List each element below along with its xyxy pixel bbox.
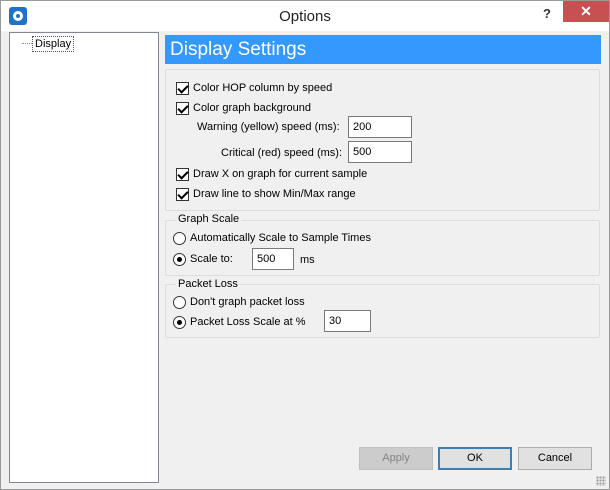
ok-button[interactable]: OK — [438, 447, 512, 470]
dont-graph-loss-radio[interactable]: Don't graph packet loss — [173, 294, 305, 310]
auto-scale-label: Automatically Scale to Sample Times — [190, 232, 371, 244]
dont-graph-loss-label: Don't graph packet loss — [190, 296, 305, 308]
checkbox-icon — [176, 167, 189, 181]
title-bar: Options ? ✕ — [1, 1, 609, 31]
options-dialog: Options ? ✕ Display Display Settings Col… — [0, 0, 610, 490]
settings-tree: Display — [9, 32, 159, 483]
scale-to-radio[interactable]: Scale to: — [173, 251, 233, 267]
draw-x-checkbox[interactable]: Draw X on graph for current sample — [176, 166, 367, 182]
draw-x-label: Draw X on graph for current sample — [193, 168, 368, 180]
checkbox-icon — [176, 101, 189, 115]
color-hop-checkbox[interactable]: Color HOP column by speed — [176, 80, 332, 96]
radio-icon — [173, 231, 186, 245]
tree-connector — [22, 43, 32, 44]
checkbox-icon — [176, 81, 189, 95]
window-title: Options — [279, 8, 331, 25]
radio-icon — [173, 252, 186, 266]
packet-loss-title: Packet Loss — [176, 278, 240, 290]
loss-scale-radio[interactable]: Packet Loss Scale at % — [173, 314, 306, 330]
warning-speed-label: Warning (yellow) speed (ms): — [197, 121, 340, 133]
color-hop-label: Color HOP column by speed — [193, 82, 333, 94]
help-button[interactable]: ? — [534, 4, 560, 24]
graph-scale-group — [165, 220, 600, 276]
draw-line-checkbox[interactable]: Draw line to show Min/Max range — [176, 186, 356, 202]
color-graph-checkbox[interactable]: Color graph background — [176, 100, 311, 116]
radio-icon — [173, 315, 186, 329]
graph-scale-title: Graph Scale — [176, 213, 242, 225]
loss-scale-input[interactable]: 30 — [324, 310, 371, 332]
loss-scale-label: Packet Loss Scale at % — [190, 316, 306, 328]
scale-unit-label: ms — [300, 254, 315, 266]
warning-speed-input[interactable]: 200 — [348, 116, 412, 138]
draw-line-label: Draw line to show Min/Max range — [193, 188, 356, 200]
checkbox-icon — [176, 187, 189, 201]
scale-to-label: Scale to: — [190, 253, 233, 265]
critical-speed-label: Critical (red) speed (ms): — [221, 147, 343, 159]
close-button[interactable]: ✕ — [563, 1, 609, 22]
tree-item-display[interactable]: Display — [32, 36, 75, 52]
auto-scale-radio[interactable]: Automatically Scale to Sample Times — [173, 230, 371, 246]
resize-grip-icon[interactable] — [596, 476, 606, 486]
critical-speed-input[interactable]: 500 — [348, 141, 412, 163]
section-header: Display Settings — [165, 35, 601, 64]
cancel-button[interactable]: Cancel — [518, 447, 592, 470]
scale-to-input[interactable]: 500 — [252, 248, 294, 270]
apply-button[interactable]: Apply — [359, 447, 433, 470]
radio-icon — [173, 295, 186, 309]
color-graph-label: Color graph background — [193, 102, 312, 114]
